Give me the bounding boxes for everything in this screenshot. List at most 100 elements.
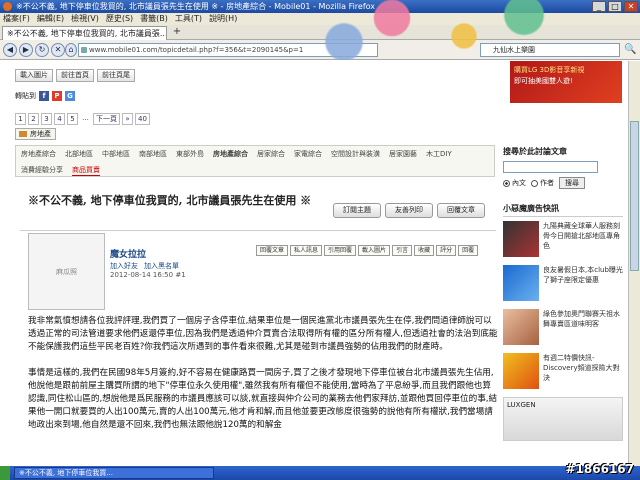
category-item[interactable]: 東部外島 [176, 149, 204, 159]
reply-button[interactable]: 回覆文章 [437, 203, 485, 218]
thread-search-button[interactable]: 搜尋 [559, 177, 585, 189]
category-item[interactable]: 消費經驗分享 [21, 165, 63, 176]
add-friend-link[interactable]: 加入好友 [110, 261, 138, 271]
top-right-ad[interactable]: 購買LG 3D影音享新視 即可抽美國雙人遊! [510, 61, 622, 103]
post-action-button[interactable]: 收藏 [414, 245, 435, 256]
sidebar-ad[interactable]: 九陽典藏全球華人服務刻骨今日開搶北部地區專角色 [503, 221, 623, 261]
radio-selected-icon [503, 179, 510, 187]
plurk-icon[interactable]: P [52, 91, 62, 101]
scrollbar-thumb[interactable] [630, 121, 639, 271]
car-ad[interactable]: LUXGEN [503, 397, 623, 441]
top-button-row: 載入圖片 前往首頁 前往頁尾 [15, 69, 135, 82]
avatar[interactable]: 麻瓜照 [28, 233, 105, 310]
subscribe-button[interactable]: 訂閱主題 [333, 203, 381, 218]
menu-file[interactable]: 檔案(F) [3, 13, 30, 25]
search-icon[interactable]: 🔍 [624, 44, 636, 56]
page-content: 載入圖片 前往首頁 前往頁尾 轉貼到 f P G 1 2 3 4 5 ... 下… [0, 61, 628, 466]
thread-search-input[interactable] [503, 161, 598, 173]
minimize-button[interactable]: _ [592, 1, 606, 12]
category-item[interactable]: 南部地區 [139, 149, 167, 159]
page-1[interactable]: 1 [15, 113, 26, 125]
forum-home-link[interactable]: 房地產 [15, 128, 56, 140]
category-item[interactable]: 居家綜合 [257, 149, 285, 159]
radio-icon [531, 179, 538, 187]
category-item[interactable]: 木工DIY [426, 149, 452, 159]
category-item-highlight[interactable]: 商品買賣 [72, 165, 100, 176]
category-item[interactable]: 中部地區 [102, 149, 130, 159]
category-item[interactable]: 北部地區 [65, 149, 93, 159]
category-bar: 房地產綜合 北部地區 中部地區 南部地區 東部外島 房地產綜合 居家綜合 家電綜… [15, 145, 495, 177]
post-action-button[interactable]: 引用回覆 [324, 245, 357, 256]
sidebar-ad[interactable]: 有週二特價快訊-Discovery頻道探險大對決 [503, 353, 623, 393]
taskbar-item[interactable]: ※不公不義, 地下停車位我買... [14, 467, 214, 479]
back-button[interactable]: ◀ [3, 43, 17, 57]
post-action-button[interactable]: 回覆文章 [256, 245, 289, 256]
sidebar-ad[interactable]: 良友暑假日本,本club曝光了獅子座限定優惠 [503, 265, 623, 305]
share-label: 轉貼到 [15, 92, 36, 100]
go-bottom-button[interactable]: 前往頁尾 [97, 69, 135, 82]
url-bar[interactable]: www.mobile01.com/topicdetail.php?f=356&t… [78, 43, 378, 57]
thread-title: ※不公不義, 地下停車位我買的, 北市議員張先生在使用 ※ [28, 194, 312, 207]
go-home-button[interactable]: 前往首頁 [56, 69, 94, 82]
ad-text: 有週二特價快訊-Discovery頻道探險大對決 [543, 354, 620, 382]
page-40[interactable]: 40 [135, 113, 150, 125]
category-item-current[interactable]: 房地產綜合 [213, 149, 248, 159]
start-button[interactable] [0, 466, 10, 480]
menu-edit[interactable]: 編輯(E) [37, 13, 64, 25]
post-action-buttons: 回覆文章 私人訊息 引用回覆 載入圖片 引言 收藏 評分 回覆 [256, 245, 479, 256]
radio-content[interactable]: 內文 [503, 178, 526, 188]
menu-view[interactable]: 檢視(V) [71, 13, 99, 25]
menu-tools[interactable]: 工具(T) [175, 13, 202, 25]
category-item[interactable]: 居家園藝 [389, 149, 417, 159]
page-2[interactable]: 2 [28, 113, 39, 125]
reload-button[interactable]: ↻ [35, 43, 49, 57]
close-button[interactable]: ✕ [624, 1, 638, 12]
last-page-arrow[interactable]: » [122, 113, 133, 125]
print-button[interactable]: 友善列印 [385, 203, 433, 218]
category-item[interactable]: 空間設計與裝潢 [331, 149, 380, 159]
page-5[interactable]: 5 [67, 113, 78, 125]
post-action-button[interactable]: 載入圖片 [358, 245, 391, 256]
maximize-button[interactable]: □ [608, 1, 622, 12]
home-button[interactable]: ⌂ [65, 43, 77, 57]
menu-bar: 檔案(F) 編輯(E) 檢視(V) 歷史(S) 書籤(B) 工具(T) 說明(H… [0, 13, 640, 25]
page-3[interactable]: 3 [41, 113, 52, 125]
post-date-text: 2012-08-14 16:50 [110, 271, 174, 279]
forward-button[interactable]: ▶ [19, 43, 33, 57]
category-row-2: 消費經驗分享 商品買賣 [21, 165, 100, 176]
ad-image [503, 309, 539, 345]
post-action-button[interactable]: 評分 [436, 245, 457, 256]
post-paragraph: 我非常氣憤想請各位我評評理,我們買了一個房子含停車位,結果車位是一個民進黨北市議… [28, 316, 498, 352]
post-author[interactable]: 魔女拉拉 [110, 247, 146, 260]
radio-author[interactable]: 作者 [531, 178, 554, 188]
add-blacklist-link[interactable]: 加入黑名單 [144, 261, 179, 271]
share-bar: 轉貼到 f P G [15, 91, 75, 101]
sidebar-ad[interactable]: 綠色參加奧門聯賽天祖水舞專賣區道味明客 [503, 309, 623, 349]
vertical-scrollbar[interactable] [628, 61, 640, 466]
category-item[interactable]: 家電綜合 [294, 149, 322, 159]
category-row-1: 房地產綜合 北部地區 中部地區 南部地區 東部外島 房地產綜合 居家綜合 家電綜… [21, 149, 452, 159]
page-4[interactable]: 4 [54, 113, 65, 125]
thread-actions: 訂閱主題 友善列印 回覆文章 [333, 203, 485, 218]
tab-active[interactable]: ※不公不義, 地下停車位我買的, 北市議員張... [2, 26, 167, 40]
menu-help[interactable]: 說明(H) [209, 13, 237, 25]
post-action-button[interactable]: 引言 [392, 245, 413, 256]
ad-heading: 小惡魔廣告快訊 [503, 203, 623, 217]
post-action-button[interactable]: 回覆 [458, 245, 479, 256]
load-images-button[interactable]: 載入圖片 [15, 69, 53, 82]
category-item[interactable]: 房地產綜合 [21, 149, 56, 159]
menu-bookmarks[interactable]: 書籤(B) [140, 13, 168, 25]
radio-author-label: 作者 [540, 179, 554, 187]
google-icon[interactable]: G [65, 91, 75, 101]
menu-history[interactable]: 歷史(S) [106, 13, 133, 25]
new-tab-button[interactable]: + [171, 27, 183, 38]
window-title: ※不公不義, 地下停車位我買的, 北市議員張先生在使用 ※ - 房地產綜合 - … [16, 2, 376, 11]
next-page-button[interactable]: 下一頁 [93, 113, 120, 125]
tab-bar: ※不公不義, 地下停車位我買的, 北市議員張... + [0, 25, 640, 40]
thread-search-title: 搜尋於此討論文章 [503, 147, 567, 156]
facebook-icon[interactable]: f [39, 91, 49, 101]
search-input[interactable]: 九仙水上樂園 [480, 43, 620, 57]
post-action-button[interactable]: 私人訊息 [290, 245, 323, 256]
stop-button[interactable]: ✕ [51, 43, 65, 57]
pagination: 1 2 3 4 5 ... 下一頁 » 40 [15, 113, 150, 125]
